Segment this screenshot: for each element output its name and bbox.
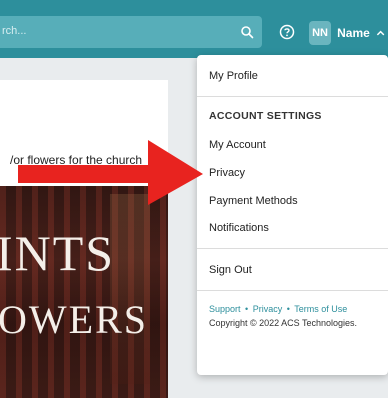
footer-links: Support • Privacy • Terms of Use bbox=[209, 304, 347, 314]
search-placeholder: rch... bbox=[2, 25, 27, 37]
image-text-line1: INTS bbox=[0, 225, 116, 281]
account-settings-heading: ACCOUNT SETTINGS bbox=[209, 110, 322, 122]
menu-divider bbox=[197, 248, 388, 249]
menu-item-sign-out[interactable]: Sign Out bbox=[209, 264, 252, 276]
user-name: Name bbox=[337, 26, 370, 40]
support-link[interactable]: Support bbox=[209, 304, 241, 314]
top-navigation-bar: rch... NN Name bbox=[0, 0, 388, 58]
post-image: INTS OWERS bbox=[0, 186, 168, 398]
menu-item-privacy[interactable]: Privacy bbox=[209, 167, 245, 179]
menu-item-my-profile[interactable]: My Profile bbox=[209, 70, 258, 82]
image-highlight bbox=[110, 194, 150, 384]
avatar: NN bbox=[309, 21, 332, 45]
menu-item-my-account[interactable]: My Account bbox=[209, 139, 266, 151]
menu-item-payment-methods[interactable]: Payment Methods bbox=[209, 195, 298, 207]
privacy-link[interactable]: Privacy bbox=[253, 304, 283, 314]
menu-divider bbox=[197, 96, 388, 97]
menu-divider bbox=[197, 290, 388, 291]
copyright-text: Copyright © 2022 ACS Technologies. bbox=[209, 318, 358, 328]
image-text-line2: OWERS bbox=[0, 297, 148, 342]
menu-item-notifications[interactable]: Notifications bbox=[209, 222, 269, 234]
user-dropdown-menu: My Profile ACCOUNT SETTINGS My Account P… bbox=[197, 55, 388, 375]
red-arrow-icon bbox=[18, 140, 203, 205]
terms-link[interactable]: Terms of Use bbox=[294, 304, 347, 314]
separator: • bbox=[286, 304, 290, 314]
separator: • bbox=[245, 304, 249, 314]
search-icon[interactable] bbox=[240, 25, 254, 39]
chevron-up-icon bbox=[376, 30, 385, 36]
help-circle-icon[interactable] bbox=[279, 24, 295, 40]
search-input[interactable]: rch... bbox=[0, 16, 262, 48]
user-menu-button[interactable]: NN Name bbox=[309, 20, 385, 46]
